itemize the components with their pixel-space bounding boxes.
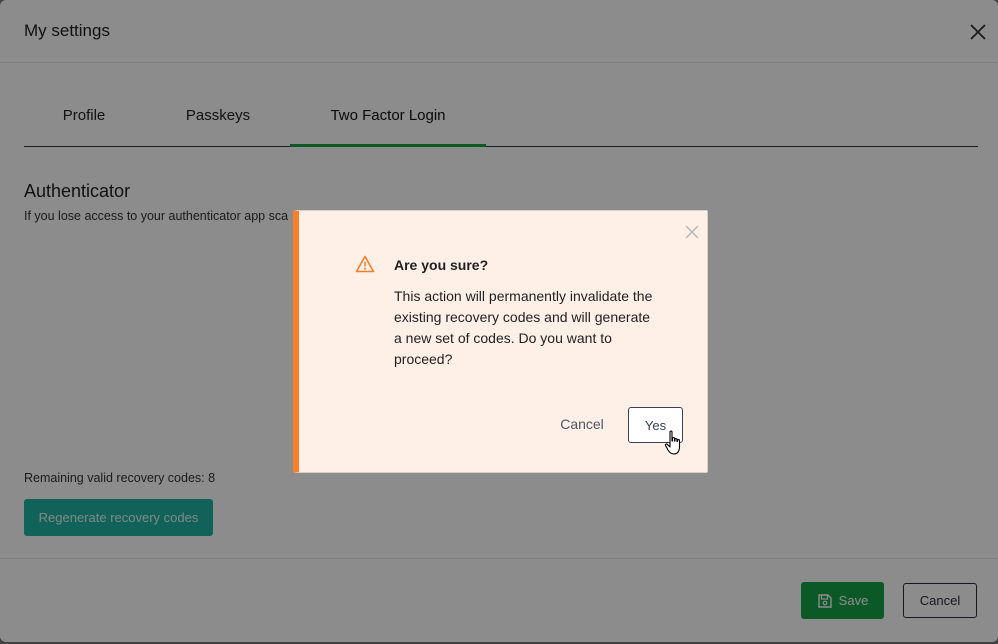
dialog-title: Are you sure? [394, 257, 489, 273]
confirm-dialog: Are you sure? This action will permanent… [293, 210, 708, 473]
dialog-message: This action will permanently invalidate … [394, 288, 653, 367]
close-icon[interactable] [685, 225, 699, 239]
warning-icon [355, 255, 375, 273]
dialog-cancel-button[interactable]: Cancel [549, 407, 615, 441]
hand-pointer-icon [664, 430, 681, 455]
